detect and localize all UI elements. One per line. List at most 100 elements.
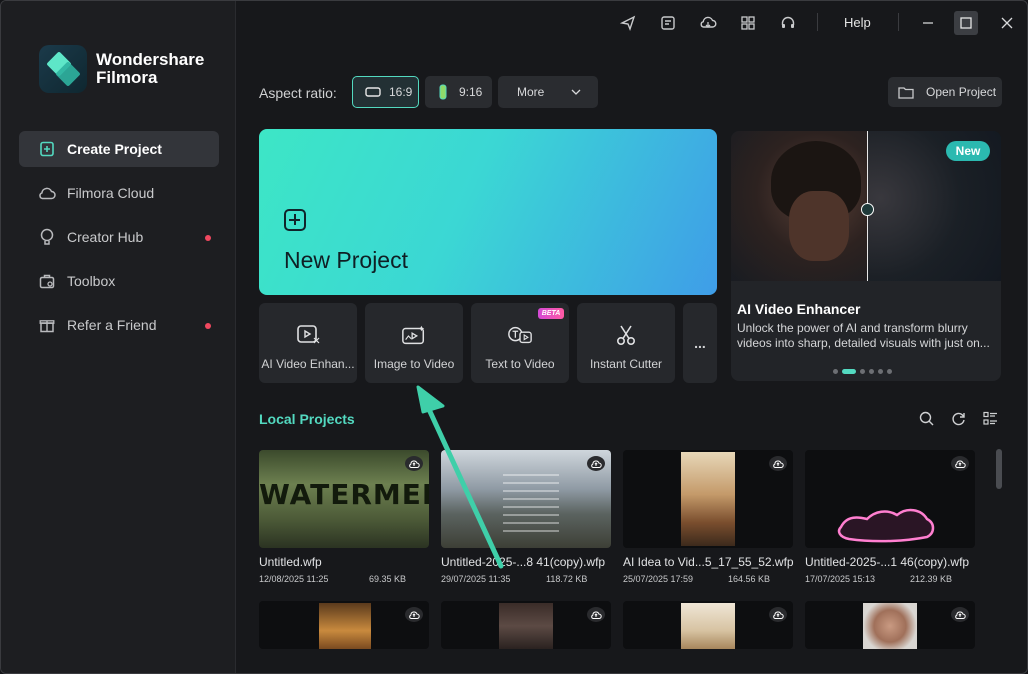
local-projects-title: Local Projects [259,411,355,427]
sidebar-nav: Create Project Filmora Cloud Creator Hub [19,131,219,351]
notification-dot [205,235,211,241]
tool-instant-cutter[interactable]: Instant Cutter [577,303,675,383]
ai-video-enhancer-icon [295,323,321,347]
beta-badge: BETA [538,308,564,319]
project-thumbnail[interactable] [441,450,611,548]
cloud-upload-icon[interactable] [769,607,787,622]
cloud-upload-icon[interactable] [951,607,969,622]
chevron-down-icon [571,89,581,95]
search-icon[interactable] [917,409,935,427]
carousel-dot[interactable] [869,369,874,374]
thumbnail-image [499,603,553,649]
thumbnail-credits [503,474,559,534]
maximize-icon [960,17,972,29]
send-icon[interactable] [618,13,638,33]
cloud-upload-icon[interactable] [587,607,605,622]
landscape-icon [365,87,381,97]
cloud-upload-icon[interactable] [405,607,423,622]
sidebar-item-label: Toolbox [67,273,116,289]
more-tools-button[interactable]: ... [683,303,717,383]
cloud-upload-icon[interactable] [405,456,423,471]
cloud-upload-icon[interactable] [951,456,969,471]
project-thumbnail[interactable]: WATERMELON [259,450,429,548]
cloud-upload-icon[interactable] [769,456,787,471]
thumbnail-shape [837,508,935,543]
carousel-dot[interactable] [833,369,838,374]
cloud-upload-icon[interactable] [587,456,605,471]
filmora-logo-icon [39,45,87,93]
project-size: 164.56 KB [728,574,771,584]
project-thumbnail[interactable] [805,450,975,548]
project-thumbnail[interactable] [623,601,793,649]
project-name: Untitled.wfp [259,555,322,569]
plus-square-icon [37,139,57,159]
minimize-icon[interactable] [918,13,938,33]
project-thumbnail[interactable] [623,450,793,548]
sidebar-item-toolbox[interactable]: Toolbox [19,263,219,299]
maximize-button[interactable] [954,11,978,35]
close-icon[interactable] [997,13,1017,33]
aspect-16-9-label: 16:9 [389,85,413,99]
new-project-label: New Project [284,247,408,273]
comparison-handle[interactable] [861,203,874,216]
refresh-icon[interactable] [949,409,967,427]
project-size: 69.35 KB [369,574,407,584]
tool-ai-video-enhancer[interactable]: AI Video Enhan... [259,303,357,383]
project-date: 17/07/2025 15:13 [805,574,876,584]
cloud-download-icon[interactable] [698,13,718,33]
sidebar-item-refer-a-friend[interactable]: Refer a Friend [19,307,219,343]
aspect-9-16-label: 9:16 [459,85,483,99]
sidebar-item-filmora-cloud[interactable]: Filmora Cloud [19,175,219,211]
folder-icon [898,86,914,99]
list-view-icon[interactable] [981,409,999,427]
plus-icon [284,209,306,231]
carousel-dot[interactable] [878,369,883,374]
tool-label: AI Video Enhan... [261,357,355,371]
sidebar-item-label: Create Project [67,141,162,157]
brand-line2: Filmora [96,68,158,87]
tool-image-to-video[interactable]: Image to Video [365,303,463,383]
project-thumbnail[interactable] [441,601,611,649]
thumbnail-text: WATERMELON [259,478,429,511]
promo-description: Unlock the power of AI and transform blu… [737,321,990,350]
headset-icon[interactable] [778,13,798,33]
aspect-16-9-button[interactable]: 16:9 [352,76,419,108]
carousel-dot-active[interactable] [842,369,856,374]
title-bar: Help [236,1,1027,45]
separator [898,13,899,31]
aspect-9-16-button[interactable]: 9:16 [425,76,492,108]
scrollbar[interactable] [996,449,1002,489]
brand-name: Wondershare Filmora [96,51,204,87]
carousel-dot[interactable] [887,369,892,374]
sidebar-item-label: Filmora Cloud [67,185,155,201]
open-project-button[interactable]: Open Project [888,77,1002,107]
notes-icon[interactable] [658,13,678,33]
app-window: Wondershare Filmora Create Project Filmo… [0,0,1028,674]
project-thumbnail[interactable] [259,601,429,649]
more-label: More [517,85,545,99]
project-name: Untitled-2025-...8 41(copy).wfp [441,555,606,569]
project-date: 29/07/2025 11:35 [441,574,511,584]
thumbnail-image [681,603,735,649]
thumbnail-image [863,603,917,649]
new-project-button[interactable]: New Project [259,129,717,295]
project-date: 25/07/2025 17:59 [623,574,694,584]
carousel-dot[interactable] [860,369,865,374]
aspect-ratio-label: Aspect ratio: [259,85,337,101]
lightbulb-icon [37,227,57,247]
promo-title: AI Video Enhancer [737,301,861,317]
project-name: AI Idea to Vid...5_17_55_52.wfp [623,555,794,569]
text-to-video-icon [507,323,533,347]
more-aspect-dropdown[interactable]: More [498,76,598,108]
brand: Wondershare Filmora [39,45,204,93]
sidebar-item-create-project[interactable]: Create Project [19,131,219,167]
thumbnail-image [319,603,371,649]
carousel-dots [833,369,896,374]
project-thumbnail[interactable] [805,601,975,649]
grid-icon[interactable] [738,13,758,33]
open-project-label: Open Project [926,85,997,99]
brand-line1: Wondershare [96,50,205,69]
sidebar-item-creator-hub[interactable]: Creator Hub [19,219,219,255]
help-menu[interactable]: Help [844,15,871,30]
sidebar-item-label: Refer a Friend [67,317,157,333]
